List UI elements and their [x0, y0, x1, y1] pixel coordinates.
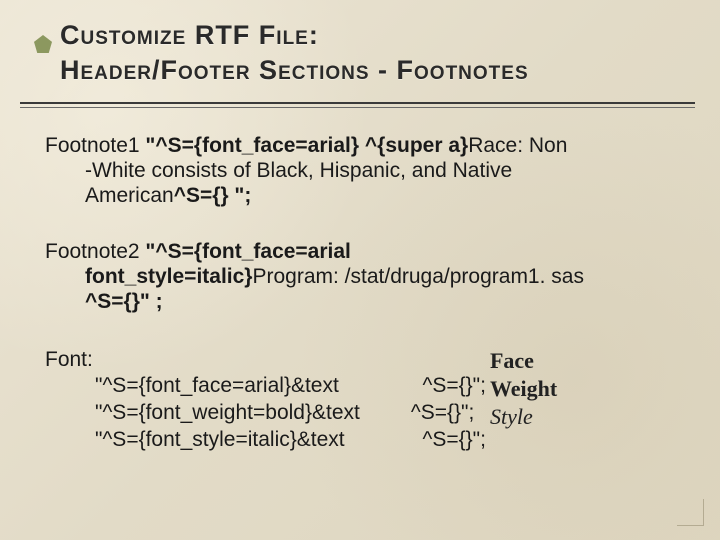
corner-decoration-icon [677, 499, 704, 526]
footnote2-tail: ^S={}" ; [85, 290, 163, 313]
font-row-2: "^S={font_style=italic}&text ^S={}"; [95, 427, 486, 454]
font-row-0: "^S={font_face=arial}&text ^S={}"; [95, 373, 486, 400]
footnote2-label: Footnote2 [45, 240, 145, 263]
font-label-column: Face Weight Style [486, 347, 557, 431]
font-label-weight: Weight [490, 375, 557, 403]
font-row-1-suffix: ^S={}"; [405, 400, 474, 427]
font-row-1-code: "^S={font_weight=bold}&text [95, 400, 405, 427]
font-left-column: Font: "^S={font_face=arial}&text ^S={}";… [45, 347, 486, 455]
footnote1-rest1: Race: Non [468, 134, 567, 157]
font-row-0-code: "^S={font_face=arial}&text [95, 373, 405, 400]
divider-thick [20, 102, 695, 104]
slide-body: Footnote1 "^S={font_face=arial} ^{super … [45, 134, 677, 454]
font-heading: Font: [45, 347, 486, 374]
font-rows: "^S={font_face=arial}&text ^S={}"; "^S={… [45, 373, 486, 454]
title-line-1: Customize RTF File: [60, 20, 319, 50]
font-row-2-suffix: ^S={}"; [405, 427, 486, 454]
font-label-style: Style [490, 403, 557, 431]
title-block: Customize RTF File: Header/Footer Sectio… [60, 18, 684, 88]
footnote-1: Footnote1 "^S={font_face=arial} ^{super … [45, 134, 677, 208]
divider-thin [20, 107, 695, 108]
font-row-0-suffix: ^S={}"; [405, 373, 486, 400]
title-bullet-icon [34, 35, 52, 53]
title-divider [20, 102, 695, 108]
slide-title: Customize RTF File: Header/Footer Sectio… [60, 18, 684, 88]
font-section: Font: "^S={font_face=arial}&text ^S={}";… [45, 347, 677, 455]
footnote2-code-l2: font_style=italic} [85, 265, 252, 288]
footnote1-tail: ^S={} "; [174, 184, 252, 207]
footnote2-line2: font_style=italic}Program: /stat/druga/p… [45, 265, 677, 290]
footnote1-line3: American^S={} "; [45, 184, 677, 209]
font-label-face: Face [490, 347, 557, 375]
title-line-2: Header/Footer Sections - Footnotes [60, 55, 529, 85]
footnote1-line2: -White consists of Black, Hispanic, and … [45, 159, 677, 184]
slide: Customize RTF File: Header/Footer Sectio… [0, 0, 720, 540]
footnote1-line3-text: American [85, 184, 174, 207]
font-row-2-code: "^S={font_style=italic}&text [95, 427, 405, 454]
footnote2-line3: ^S={}" ; [45, 290, 677, 315]
footnote1-label: Footnote1 [45, 134, 145, 157]
footnote-2: Footnote2 "^S={font_face=arial font_styl… [45, 240, 677, 314]
footnote1-code: "^S={font_face=arial} ^{super a} [145, 134, 468, 157]
footnote2-rest: Program: /stat/druga/program1. sas [252, 265, 583, 288]
font-row-1: "^S={font_weight=bold}&text ^S={}"; [95, 400, 486, 427]
footnote2-code-l1: "^S={font_face=arial [145, 240, 350, 263]
